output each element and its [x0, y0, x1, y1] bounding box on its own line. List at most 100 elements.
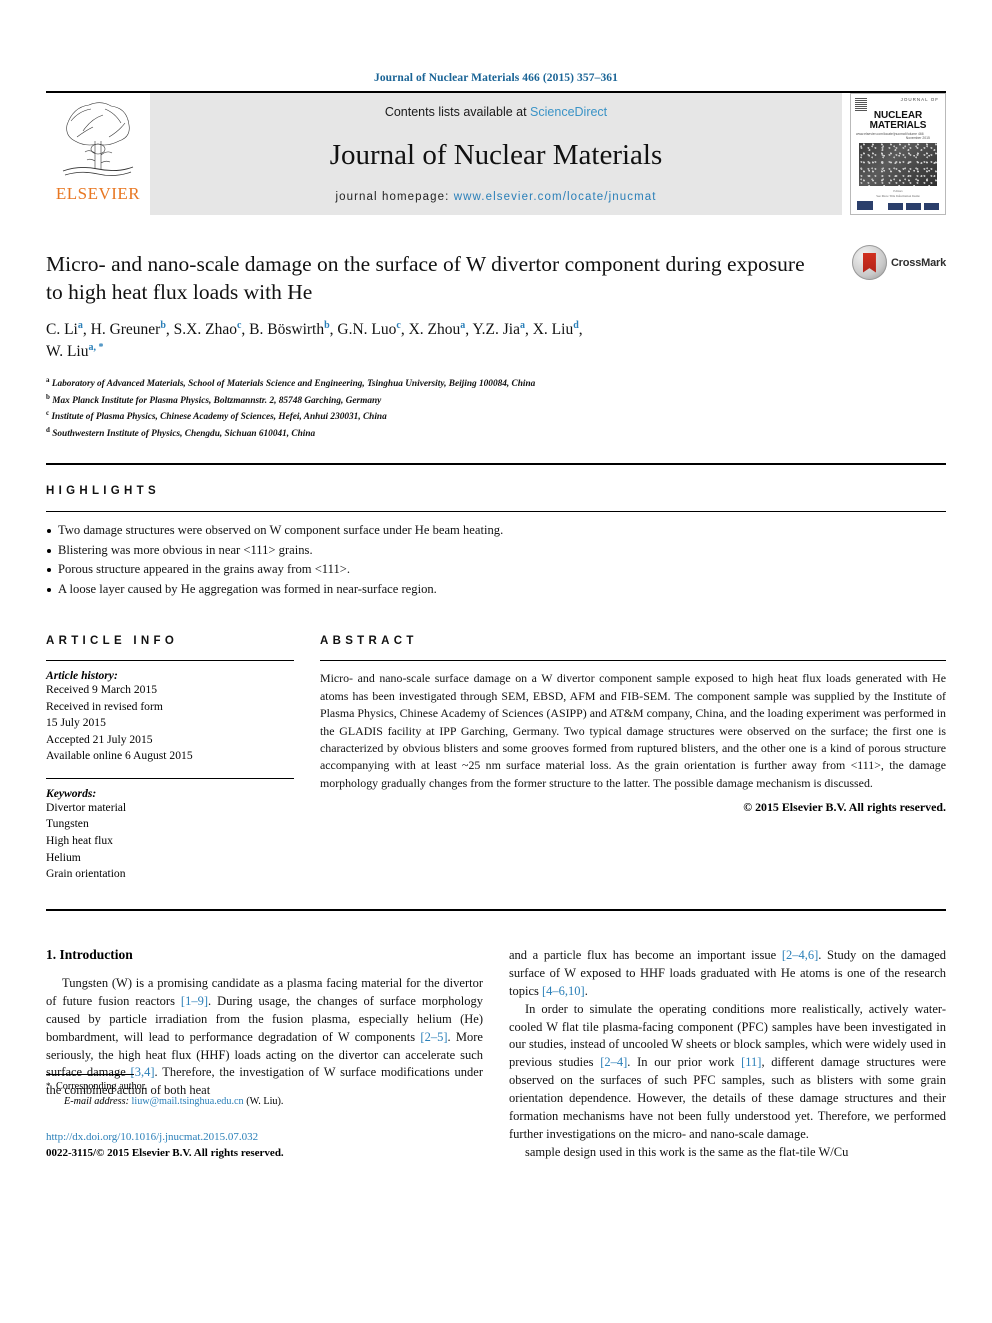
cover-title: NUCLEAR MATERIALS [869, 109, 927, 131]
abstract-copyright: © 2015 Elsevier B.V. All rights reserved… [743, 800, 946, 815]
author-affiliation-mark: a, * [88, 342, 104, 354]
keywords-label: Keywords: [46, 786, 97, 800]
highlights-section: HIGHLIGHTS Two damage structures were ob… [46, 463, 946, 599]
author-affiliation-mark: a [77, 320, 83, 332]
author-name: X. Liu [532, 321, 574, 339]
intro-paragraph-right-1: and a particle flux has become an import… [509, 947, 946, 1001]
abstract-rule [320, 660, 946, 662]
body-column-right: and a particle flux has become an import… [509, 947, 946, 1162]
section-title-introduction: 1. Introduction [46, 947, 133, 963]
author-affiliation-mark: b [160, 320, 166, 332]
affiliation-text: Laboratory of Advanced Materials, School… [51, 379, 536, 390]
abstract-column: ABSTRACT Micro- and nano-scale surface d… [320, 635, 946, 883]
highlight-item: Blistering was more obvious in near <111… [46, 541, 946, 561]
author-affiliation-mark: b [324, 320, 330, 332]
article-history-item: Received in revised form [46, 699, 163, 713]
masthead-center: Contents lists available at ScienceDirec… [150, 93, 842, 215]
homepage-url-link[interactable]: www.elsevier.com/locate/jnucmat [454, 191, 657, 203]
doi-link[interactable]: http://dx.doi.org/10.1016/j.jnucmat.2015… [46, 1129, 284, 1146]
highlight-item: A loose layer caused by He aggregation w… [46, 580, 946, 600]
corresponding-author-label: Corresponding author. [56, 1081, 148, 1093]
author-name: X. Zhou [408, 321, 461, 339]
cover-logo-block [857, 201, 873, 210]
email-author-suffix: (W. Liu). [246, 1095, 284, 1107]
journal-homepage-line: journal homepage: www.elsevier.com/locat… [335, 191, 656, 203]
keywords-rule [46, 777, 294, 779]
cover-foot-note-2: See More Title Information Inside [876, 193, 920, 198]
affiliation-mark: c [46, 409, 50, 418]
doi-block: http://dx.doi.org/10.1016/j.jnucmat.2015… [46, 1129, 284, 1162]
abstract-text: Micro- and nano-scale surface damage on … [320, 671, 946, 790]
running-head: Journal of Nuclear Materials 466 (2015) … [373, 72, 619, 84]
author-line-1: C. Lia, H. Greunerb, S.X. Zhaoc, B. Bösw… [46, 320, 583, 361]
body-columns: 1. Introduction Tungsten (W) is a promis… [46, 947, 946, 1162]
citation-reference[interactable]: [2–5] [420, 1030, 447, 1044]
keyword-item: Grain orientation [46, 867, 126, 881]
body-column-left: 1. Introduction Tungsten (W) is a promis… [46, 947, 483, 1162]
author-name: G.N. Luo [337, 321, 397, 339]
footnote-block: * Corresponding author. E-mail address: … [46, 1074, 483, 1110]
email-note: E-mail address: liuw@mail.tsinghua.edu.c… [46, 1095, 483, 1110]
abstract-heading: ABSTRACT [320, 635, 418, 648]
keywords-list: Divertor material Tungsten High heat flu… [46, 800, 294, 883]
contents-prefix: Contents lists available at [384, 105, 531, 119]
ribbon-icon [862, 252, 876, 273]
author-affiliation-mark: c [396, 320, 401, 332]
highlights-top-rule [46, 463, 946, 466]
paragraph-text: and a particle flux has become an import… [509, 948, 782, 963]
elsevier-tree-icon [62, 101, 134, 176]
author-affiliation-mark: a [519, 320, 525, 332]
sciencedirect-link[interactable]: ScienceDirect [530, 105, 607, 119]
cover-micrograph-image [859, 142, 937, 187]
paragraph-text: . In our prior work [627, 1055, 742, 1070]
cover-right-note: Volume 466 November 2015 [905, 131, 930, 140]
author-name: W. Liu [46, 343, 89, 361]
highlights-list: Two damage structures were observed on W… [46, 521, 946, 599]
journal-cover-thumbnail: JOURNAL OF NUCLEAR MATERIALS www.elsevie… [850, 93, 946, 215]
journal-title: Journal of Nuclear Materials [329, 138, 663, 171]
article-title: Micro- and nano-scale damage on the surf… [46, 252, 805, 304]
affiliation-list: a Laboratory of Advanced Materials, Scho… [46, 375, 946, 441]
cover-elsevier-mark [855, 97, 867, 111]
article-history-item: 15 July 2015 [46, 716, 106, 730]
article-history-label: Article history: [46, 669, 118, 683]
citation-reference[interactable]: [2–4] [600, 1055, 627, 1069]
highlights-under-rule [46, 511, 946, 513]
article-history-item: Received 9 March 2015 [46, 683, 158, 697]
keyword-item: Divertor material [46, 800, 127, 814]
affiliation-item: c Institute of Plasma Physics, Chinese A… [46, 408, 946, 425]
article-info-rule [46, 660, 294, 662]
column-gap [294, 635, 320, 883]
author-list: C. Lia, H. Greunerb, S.X. Zhaoc, B. Bösw… [46, 319, 836, 363]
affiliation-item: b Max Planck Institute for Plasma Physic… [46, 392, 946, 409]
citation-reference[interactable]: [2–4,6] [782, 948, 818, 962]
cover-left-note: www.elsevier.com/locate/jnucmat [856, 131, 906, 136]
author-affiliation-mark: c [236, 320, 242, 332]
email-address-label: E-mail address: [64, 1095, 129, 1107]
affiliation-item: d Southwestern Institute of Physics, Che… [46, 425, 946, 442]
cover-bar [924, 203, 939, 210]
affiliation-text: Max Planck Institute for Plasma Physics,… [52, 395, 382, 406]
intro-paragraph-right-2: In order to simulate the operating condi… [509, 1001, 946, 1144]
article-info-heading: ARTICLE INFO [46, 635, 179, 648]
author-name: C. Li [46, 321, 78, 339]
corresponding-author-note: * Corresponding author. [46, 1080, 483, 1095]
paragraph-text: . [584, 983, 588, 998]
author-name: S.X. Zhao [173, 321, 237, 339]
affiliation-mark: a [46, 376, 50, 385]
affiliation-item: a Laboratory of Advanced Materials, Scho… [46, 375, 946, 392]
article-history: Article history: Received 9 March 2015 R… [46, 669, 294, 764]
intro-paragraph-right-3: sample design used in this work is the s… [525, 1144, 849, 1159]
author-affiliation-mark: a [460, 320, 466, 332]
citation-reference[interactable]: [11] [741, 1055, 761, 1069]
citation-reference[interactable]: [4–6,10] [542, 984, 585, 998]
keyword-item: Tungsten [46, 817, 89, 831]
affiliation-mark: d [46, 425, 50, 434]
citation-reference[interactable]: [1–9] [181, 994, 208, 1008]
elsevier-wordmark: ELSEVIER [55, 184, 141, 203]
crossmark-badge[interactable]: CrossMark [851, 245, 946, 280]
crossmark-label: CrossMark [890, 256, 946, 269]
email-link[interactable]: liuw@mail.tsinghua.edu.cn [132, 1096, 244, 1107]
info-abstract-section: ARTICLE INFO Article history: Received 9… [46, 635, 946, 883]
asterisk-icon: * [46, 1081, 51, 1092]
